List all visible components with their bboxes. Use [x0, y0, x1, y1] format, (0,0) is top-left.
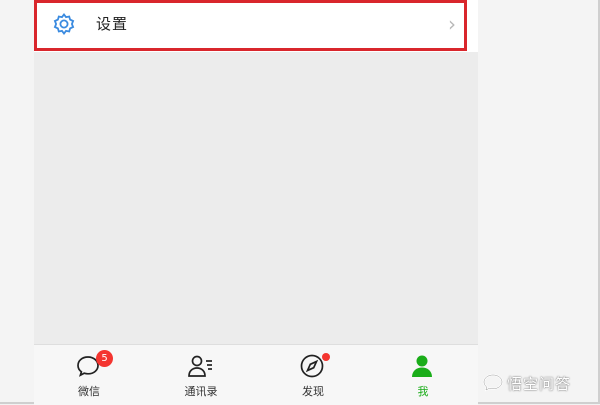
tab-wechat[interactable]: 5 微信: [34, 345, 144, 405]
tab-contacts[interactable]: 通讯录: [146, 345, 256, 405]
tab-label: 微信: [78, 385, 100, 398]
bottom-tab-bar: 5 微信 通讯录 发现 我: [34, 344, 478, 405]
tab-label: 发现: [302, 385, 324, 398]
tab-label: 通讯录: [184, 385, 218, 398]
new-content-dot: [322, 353, 330, 361]
chat-bubble-icon: [482, 373, 504, 393]
person-icon: [408, 352, 436, 380]
tab-discover[interactable]: 发现: [258, 345, 368, 405]
tab-label: 我: [417, 385, 429, 398]
tab-me[interactable]: 我: [368, 345, 478, 405]
unread-badge: 5: [96, 350, 113, 367]
contacts-icon: [186, 352, 214, 380]
watermark-text: 悟空问答: [507, 375, 572, 393]
watermark: 悟空问答: [482, 371, 594, 395]
highlight-box: [34, 0, 467, 51]
settings-row[interactable]: 设置 ›: [34, 0, 478, 52]
